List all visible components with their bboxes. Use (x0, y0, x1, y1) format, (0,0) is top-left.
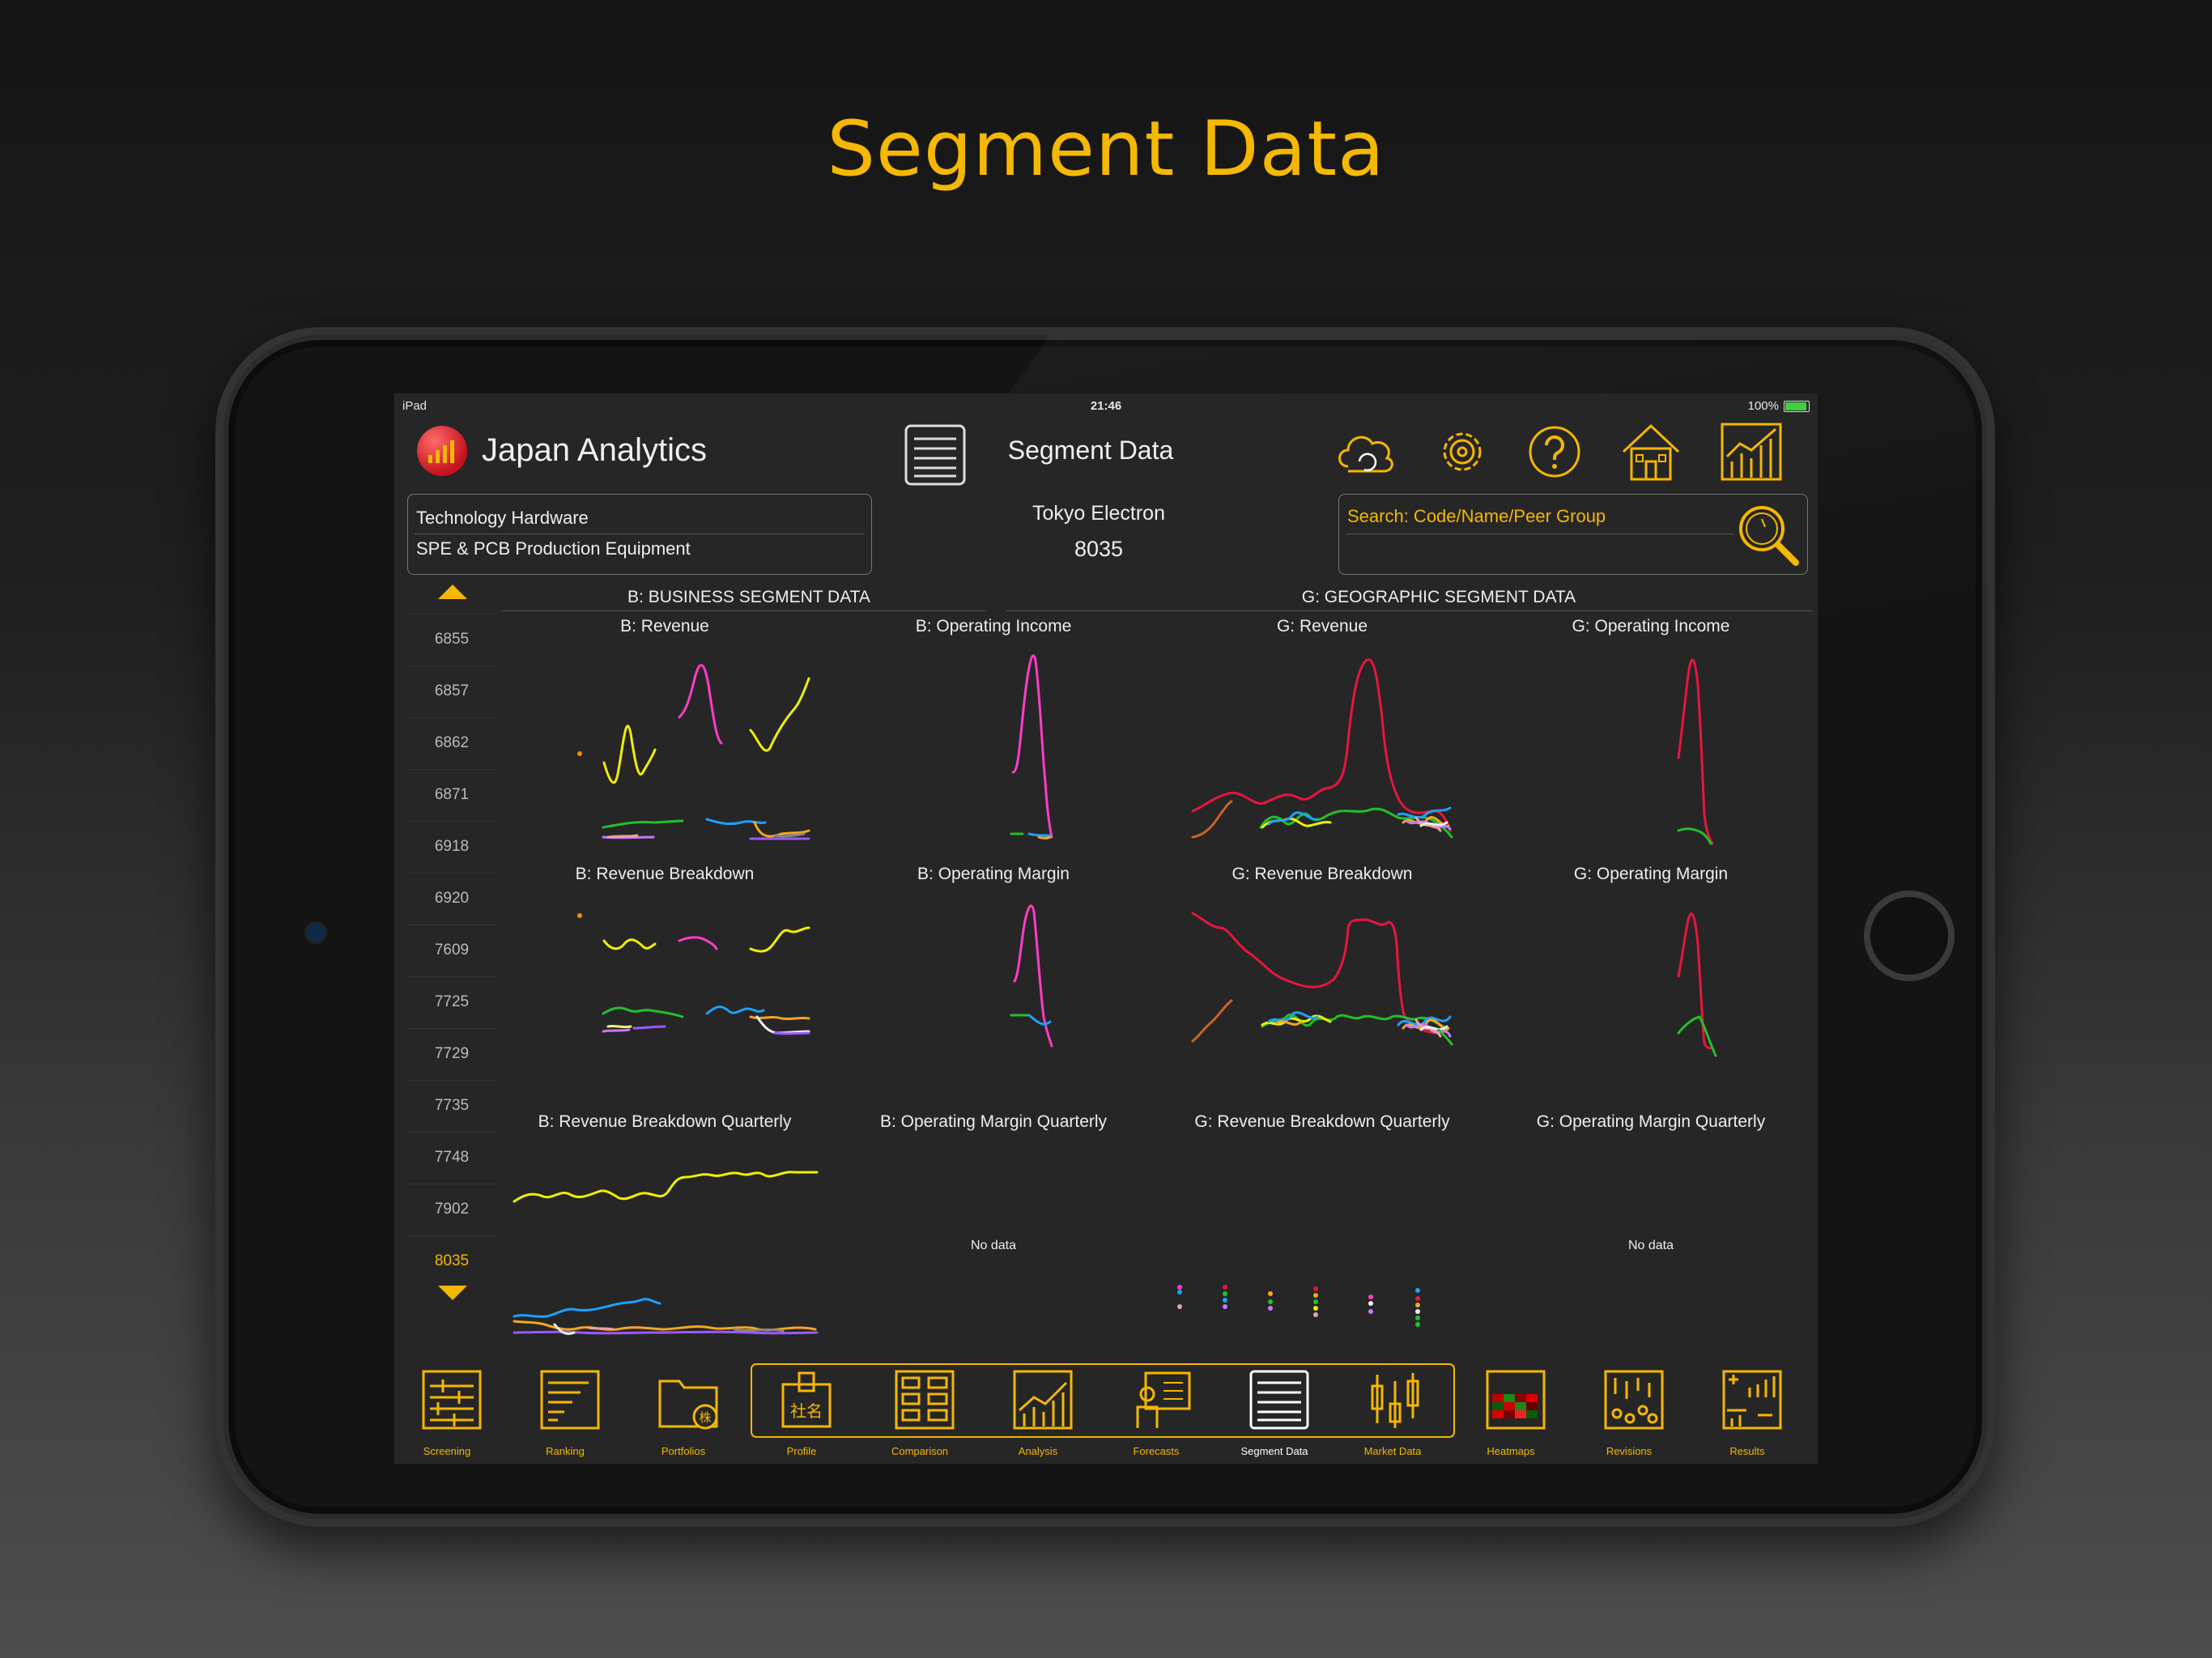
chart-b-operating-margin (1010, 904, 1053, 1048)
screening-icon (422, 1370, 482, 1430)
ranking-icon (540, 1370, 600, 1430)
analysis-icon (1013, 1370, 1073, 1430)
profile-glyph: 社名 (790, 1401, 823, 1421)
market-data-icon (1371, 1373, 1419, 1428)
tab-label: Heatmaps (1487, 1445, 1535, 1457)
tab-label: Forecasts (1133, 1445, 1180, 1457)
tab-label: Revisions (1606, 1445, 1653, 1457)
comparison-icon (895, 1370, 955, 1430)
tab-market-data[interactable]: Market Data (1348, 1362, 1437, 1464)
tab-label: Portfolios (661, 1445, 706, 1457)
chart-g-revenue (1191, 658, 1453, 839)
tab-heatmaps[interactable]: Heatmaps (1466, 1362, 1555, 1464)
portfolios-glyph: 株 (699, 1410, 711, 1425)
profile-icon: 社名 (781, 1371, 832, 1428)
chart-g-revenue-breakdown (1191, 912, 1453, 1046)
chart-b-revenue-breakdown (577, 913, 810, 1035)
revisions-icon (1604, 1370, 1664, 1430)
tab-comparison[interactable]: Comparison (875, 1362, 964, 1464)
tab-label: Analysis (1018, 1445, 1058, 1457)
camera (304, 921, 327, 944)
tab-label: Screening (423, 1445, 471, 1457)
tab-profile[interactable]: 社名 Profile (757, 1362, 846, 1464)
bottom-tab-bar: Screening Ranking 株 Portfolios 社名 Profile Comp… (394, 1362, 1818, 1464)
tab-analysis[interactable]: Analysis (993, 1362, 1083, 1464)
results-icon (1722, 1370, 1782, 1430)
tab-forecasts[interactable]: Forecasts (1112, 1362, 1201, 1464)
tab-label: Ranking (546, 1445, 585, 1457)
segment-data-icon (1249, 1370, 1309, 1430)
page-headline: Segment Data (827, 105, 1385, 193)
tab-segment-data[interactable]: Segment Data (1230, 1362, 1319, 1464)
chart-g-operating-margin (1677, 912, 1717, 1057)
tab-label: Profile (786, 1445, 817, 1457)
tab-ranking[interactable]: Ranking (521, 1362, 610, 1464)
tab-label: Segment Data (1240, 1445, 1308, 1457)
tab-screening[interactable]: Screening (402, 1362, 491, 1464)
tab-results[interactable]: Results (1703, 1362, 1792, 1464)
chart-b-operating-income (1010, 654, 1053, 840)
tab-portfolios[interactable]: 株 Portfolios (639, 1362, 728, 1464)
home-button[interactable] (1864, 891, 1955, 981)
chart-g-operating-income (1677, 658, 1714, 845)
forecasts-icon (1136, 1371, 1191, 1428)
chart-b-revenue-breakdown-quarterly (513, 1171, 819, 1336)
portfolios-icon: 株 (658, 1380, 718, 1430)
tab-label: Market Data (1363, 1445, 1422, 1457)
tab-label: Results (1729, 1445, 1765, 1457)
tab-revisions[interactable]: Revisions (1585, 1362, 1674, 1464)
heatmaps-icon (1486, 1370, 1546, 1430)
segment-charts (513, 654, 1717, 1336)
tab-label: Comparison (891, 1445, 949, 1457)
chart-g-revenue-breakdown-quarterly (1177, 1285, 1420, 1327)
chart-b-revenue (577, 664, 810, 840)
app-screen: iPad 21:46 100% Japan Analytics Segment … (394, 393, 1818, 1464)
